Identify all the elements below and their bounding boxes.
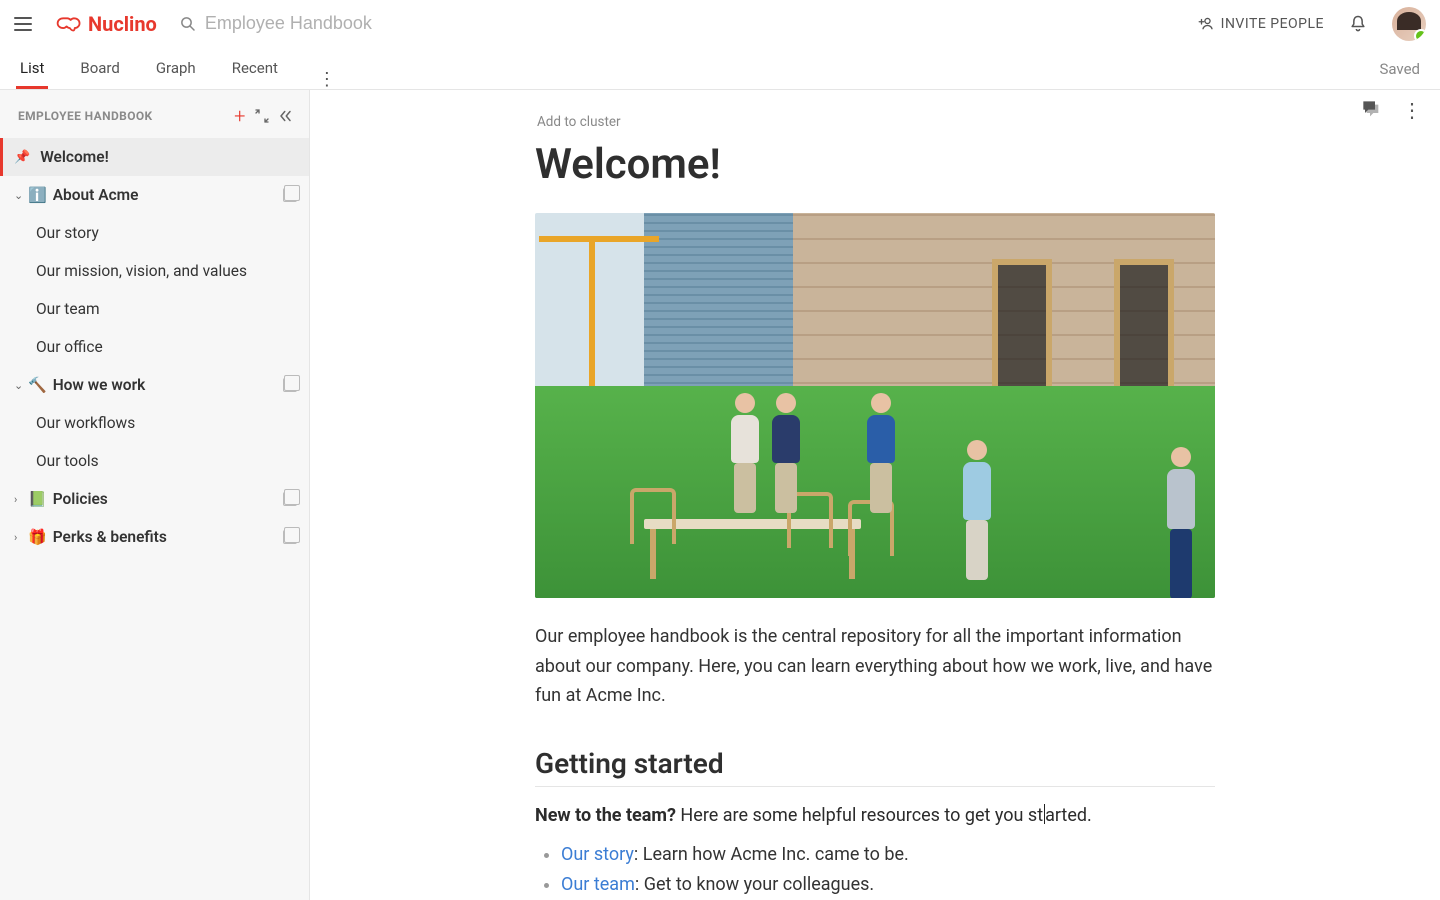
sidebar-item-tools[interactable]: Our tools xyxy=(0,442,309,480)
section-heading-getting-started[interactable]: Getting started xyxy=(535,747,1215,787)
page-title[interactable]: Welcome! xyxy=(535,140,1215,189)
info-icon: ℹ️ xyxy=(28,186,47,204)
sidebar-item-our-office[interactable]: Our office xyxy=(0,328,309,366)
add-to-cluster-button[interactable]: Add to cluster xyxy=(537,114,1215,130)
invite-people-button[interactable]: INVITE PEOPLE xyxy=(1197,15,1324,33)
sidebar-item-welcome[interactable]: 📌 Welcome! xyxy=(0,138,309,176)
list-item[interactable]: Our team: Get to know your colleagues. xyxy=(561,870,1215,900)
collapse-sidebar-icon[interactable] xyxy=(273,107,295,125)
sidebar-item-our-team[interactable]: Our team xyxy=(0,290,309,328)
sidebar-section-how-we-work[interactable]: ⌄ 🔨 How we work xyxy=(0,366,309,404)
sidebar: EMPLOYEE HANDBOOK + 📌 Welcome! ⌄ ℹ️ Abou… xyxy=(0,90,310,900)
app-logo[interactable]: Nuclino xyxy=(56,11,157,37)
sidebar-section-perks[interactable]: › 🎁 Perks & benefits xyxy=(0,518,309,556)
invite-people-label: INVITE PEOPLE xyxy=(1221,16,1324,32)
view-tabs: List Board Graph Recent ⋮ xyxy=(16,48,336,89)
link-our-story[interactable]: Our story xyxy=(561,844,634,865)
tab-board[interactable]: Board xyxy=(76,51,123,89)
tab-graph[interactable]: Graph xyxy=(152,51,200,89)
sidebar-item-label: Perks & benefits xyxy=(53,528,283,546)
document-more-icon[interactable]: ⋮ xyxy=(1402,98,1422,122)
gift-icon: 🎁 xyxy=(28,528,47,546)
intro-paragraph[interactable]: Our employee handbook is the central rep… xyxy=(535,622,1215,711)
sidebar-item-mission[interactable]: Our mission, vision, and values xyxy=(0,252,309,290)
search-icon xyxy=(179,15,197,33)
getting-started-list: Our story: Learn how Acme Inc. came to b… xyxy=(535,840,1215,900)
notifications-icon[interactable] xyxy=(1348,14,1368,34)
global-search[interactable] xyxy=(179,12,1197,35)
workspace-title: EMPLOYEE HANDBOOK xyxy=(18,109,153,123)
collection-icon xyxy=(283,492,297,506)
tabs-more-icon[interactable]: ⋮ xyxy=(318,71,336,89)
link-our-team[interactable]: Our team xyxy=(561,874,635,895)
sidebar-item-label: How we work xyxy=(53,376,283,394)
collection-icon xyxy=(283,530,297,544)
sidebar-item-label: Welcome! xyxy=(40,148,297,166)
hero-image xyxy=(535,213,1215,598)
chevron-right-icon: › xyxy=(14,493,26,506)
brain-icon xyxy=(56,11,82,37)
page-tree: 📌 Welcome! ⌄ ℹ️ About Acme Our story Our… xyxy=(0,134,309,556)
chevron-down-icon: ⌄ xyxy=(14,189,26,202)
collection-icon xyxy=(283,188,297,202)
sidebar-item-workflows[interactable]: Our workflows xyxy=(0,404,309,442)
tab-list[interactable]: List xyxy=(16,51,48,89)
sidebar-item-label: Policies xyxy=(53,490,283,508)
save-status: Saved xyxy=(1379,60,1420,78)
add-page-icon[interactable]: + xyxy=(229,104,251,128)
hammer-icon: 🔨 xyxy=(28,376,47,394)
pin-icon: 📌 xyxy=(14,150,30,165)
collection-icon xyxy=(283,378,297,392)
list-item[interactable]: Our story: Learn how Acme Inc. came to b… xyxy=(561,840,1215,871)
comments-icon[interactable] xyxy=(1360,98,1380,122)
document-area: ⋮ Add to cluster Welcome! Our employee h… xyxy=(310,90,1440,900)
book-icon: 📗 xyxy=(28,490,47,508)
user-avatar[interactable] xyxy=(1392,7,1426,41)
menu-icon[interactable] xyxy=(14,12,38,36)
chevron-down-icon: ⌄ xyxy=(14,379,26,392)
tab-recent[interactable]: Recent xyxy=(228,51,282,89)
search-input[interactable] xyxy=(203,12,623,35)
sidebar-item-our-story[interactable]: Our story xyxy=(0,214,309,252)
getting-started-lead[interactable]: New to the team? Here are some helpful r… xyxy=(535,801,1215,832)
chevron-right-icon: › xyxy=(14,531,26,544)
sidebar-item-label: About Acme xyxy=(53,186,283,204)
add-person-icon xyxy=(1197,15,1215,33)
expand-icon[interactable] xyxy=(251,107,273,125)
sidebar-section-about[interactable]: ⌄ ℹ️ About Acme xyxy=(0,176,309,214)
sidebar-section-policies[interactable]: › 📗 Policies xyxy=(0,480,309,518)
app-logo-text: Nuclino xyxy=(88,12,157,36)
